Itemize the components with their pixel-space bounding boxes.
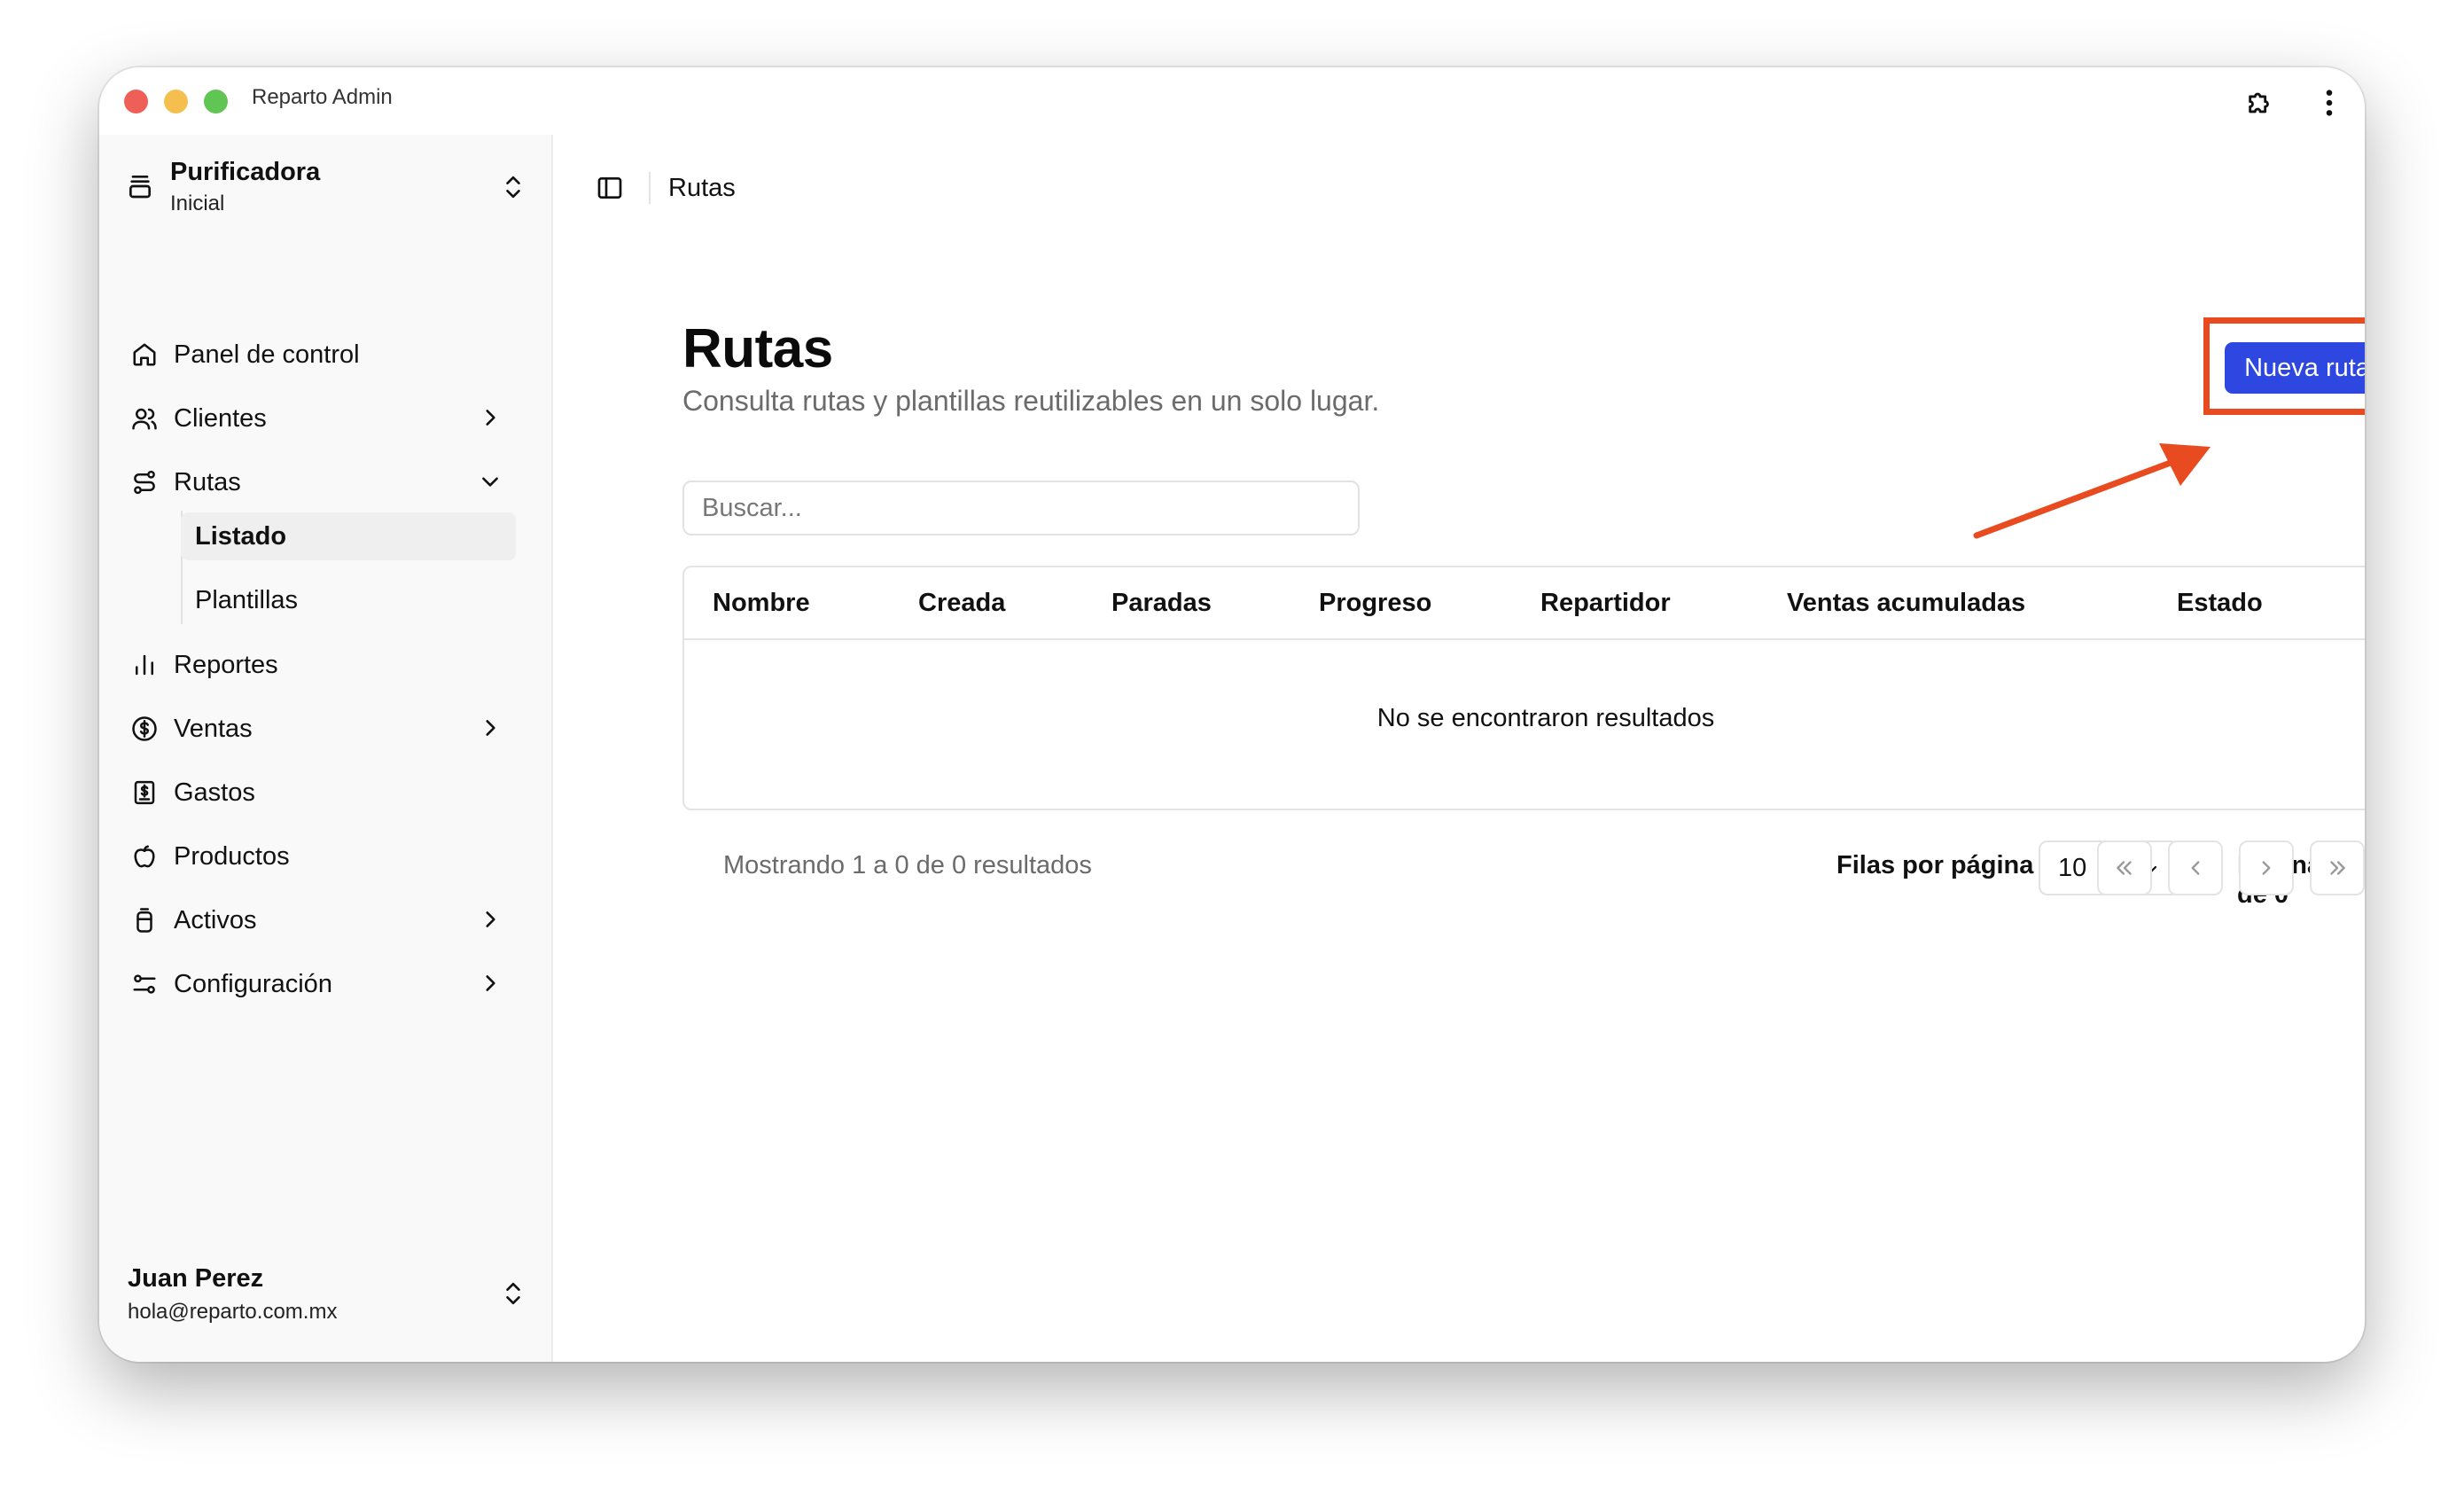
sidebar-item-label: Reportes <box>174 650 278 679</box>
chevrons-up-down-icon <box>502 1278 525 1313</box>
sidebar-item-label: Productos <box>174 841 290 871</box>
chevrons-left-icon <box>2117 861 2132 875</box>
cylinder-icon <box>129 905 160 935</box>
sidebar-item-label: Ventas <box>174 714 253 743</box>
column-header[interactable]: Estado <box>2177 589 2263 618</box>
sidebar-item-configuracion[interactable]: Configuración <box>126 959 534 1009</box>
new-route-button[interactable]: Nueva ruta <box>2225 342 2365 394</box>
last-page-button[interactable] <box>2310 840 2365 895</box>
sidebar: Purificadora Inicial Panel de control Cl… <box>99 135 553 1362</box>
sidebar-item-label: Configuración <box>174 969 332 998</box>
chevron-right-icon <box>479 972 502 1002</box>
sidebar-item-label: Panel de control <box>174 340 360 369</box>
first-page-button[interactable] <box>2097 840 2152 895</box>
receipt-icon <box>129 778 160 808</box>
sidebar-item-clientes[interactable]: Clientes <box>126 394 534 443</box>
annotation-arrow <box>1973 443 2211 539</box>
close-window-button[interactable] <box>124 90 148 113</box>
main-content: Rutas Rutas Consulta rutas y plantillas … <box>553 135 2365 1362</box>
archive-icon <box>126 172 154 205</box>
chevron-right-icon <box>479 908 502 938</box>
sidebar-item-gastos[interactable]: Gastos <box>126 768 534 817</box>
user-menu[interactable]: Juan Perez hola@reparto.com.mx <box>128 1262 526 1333</box>
chevron-right-icon <box>2262 861 2271 875</box>
sliders-icon <box>129 969 160 999</box>
chevrons-right-icon <box>2330 861 2345 875</box>
sidebar-item-label: Rutas <box>174 467 241 496</box>
apple-icon <box>129 841 160 872</box>
more-vertical-icon[interactable] <box>2312 85 2347 121</box>
org-switcher[interactable]: Purificadora Inicial <box>126 154 525 223</box>
search-input[interactable] <box>682 481 1360 535</box>
rows-per-page-label: Filas por página <box>1836 851 2034 879</box>
breadcrumb: Rutas <box>668 174 736 202</box>
sidebar-item-reportes[interactable]: Reportes <box>126 640 534 690</box>
maximize-window-button[interactable] <box>204 90 228 113</box>
sidebar-toggle-icon[interactable] <box>596 174 624 207</box>
empty-state: No se encontraron resultados <box>1376 704 1715 732</box>
sidebar-item-label: Activos <box>174 905 257 934</box>
home-icon <box>129 340 160 370</box>
sidebar-item-productos[interactable]: Productos <box>126 832 534 881</box>
page-subtitle: Consulta rutas y plantillas reutilizable… <box>682 385 1380 417</box>
minimize-window-button[interactable] <box>164 90 188 113</box>
previous-page-button[interactable] <box>2168 840 2223 895</box>
org-name: Purificadora <box>170 158 321 186</box>
column-header[interactable]: Repartidor <box>1540 589 1671 618</box>
sidebar-subitem-label: Plantillas <box>195 585 299 614</box>
sidebar-subitem-plantillas[interactable]: Plantillas <box>181 576 516 624</box>
sidebar-item-label: Clientes <box>174 403 267 433</box>
chevron-down-icon <box>479 470 502 500</box>
column-header[interactable]: Paradas <box>1111 589 1212 618</box>
dollar-circle-icon <box>129 714 160 744</box>
column-header[interactable]: Progreso <box>1319 589 1431 618</box>
column-header[interactable]: Nombre <box>713 589 810 618</box>
title-bar: Reparto Admin <box>99 67 2365 135</box>
chevron-right-icon <box>479 716 502 746</box>
app-title: Reparto Admin <box>252 85 393 109</box>
sidebar-item-rutas[interactable]: Rutas <box>126 457 534 507</box>
extension-icon[interactable] <box>2242 85 2278 121</box>
users-icon <box>129 403 160 434</box>
page-title: Rutas <box>682 318 833 379</box>
app-window: Reparto Admin Purificadora Inicial Panel… <box>99 67 2365 1362</box>
next-page-button[interactable] <box>2239 840 2294 895</box>
column-header[interactable]: Ventas acumuladas <box>1787 589 2025 618</box>
results-summary: Mostrando 1 a 0 de 0 resultados <box>723 851 1092 879</box>
bar-chart-icon <box>129 650 160 680</box>
chevron-left-icon <box>2191 861 2200 875</box>
sidebar-subitem-listado[interactable]: Listado <box>181 512 516 560</box>
routes-table: Nombre Creada Paradas Progreso Repartido… <box>682 566 2365 810</box>
rows-per-page-value: 10 <box>2058 853 2087 882</box>
table-header: Nombre Creada Paradas Progreso Repartido… <box>684 567 2365 640</box>
route-icon <box>129 467 160 497</box>
chevron-right-icon <box>479 406 502 436</box>
topbar-divider <box>649 172 651 204</box>
user-name: Juan Perez <box>128 1264 264 1293</box>
sidebar-item-ventas[interactable]: Ventas <box>126 704 534 754</box>
sidebar-item-label: Gastos <box>174 778 255 807</box>
sidebar-item-activos[interactable]: Activos <box>126 895 534 945</box>
sidebar-item-panel[interactable]: Panel de control <box>126 330 534 379</box>
column-header[interactable]: Creada <box>918 589 1005 618</box>
user-email: hola@reparto.com.mx <box>128 1300 338 1324</box>
org-subtitle: Inicial <box>170 192 225 215</box>
sidebar-subitem-label: Listado <box>195 521 287 551</box>
chevrons-up-down-icon <box>502 172 525 207</box>
